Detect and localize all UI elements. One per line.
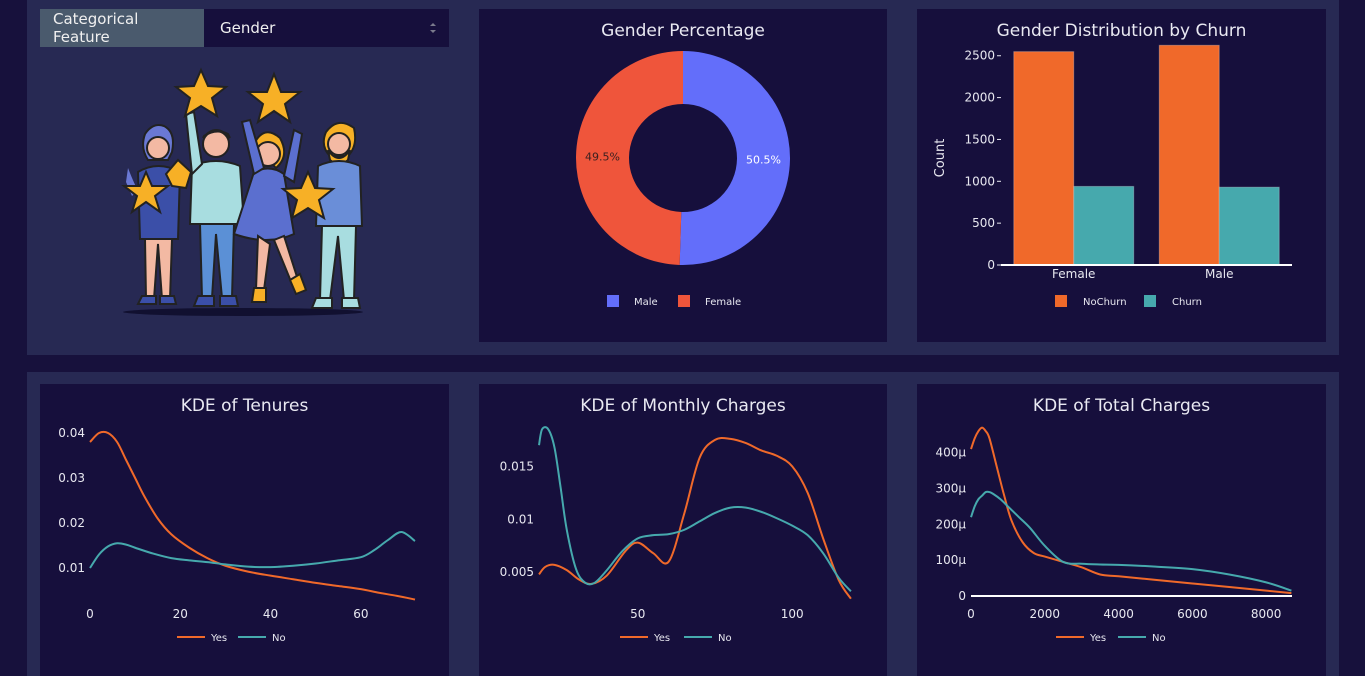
- x-tick-label: Male: [1205, 267, 1233, 281]
- people-holding-stars-illustration: [121, 67, 364, 316]
- legend-swatch-nochurn: [1055, 295, 1067, 307]
- x-tick-label: 0: [86, 607, 94, 621]
- x-tick-label: 60: [353, 607, 368, 621]
- y-axis-label: Count: [933, 139, 948, 178]
- kde-monthly-charges-panel: KDE of Monthly Charges 0.005 0.01 0.015 50 1…: [479, 384, 887, 676]
- kde-line-no: [538, 426, 852, 592]
- x-tick-label: 0: [967, 607, 975, 621]
- legend-swatch-male: [607, 295, 619, 307]
- y-tick-label: 0: [958, 589, 966, 603]
- y-tick-label: 0.01: [58, 561, 85, 575]
- y-tick-label: 300μ: [935, 482, 966, 496]
- kde-chart: 0 100μ 200μ 300μ 400μ 0 2000 4000 6000 8000 Yes No: [935, 426, 1292, 644]
- x-tick-label: 8000: [1251, 607, 1282, 621]
- categorical-feature-selector: Categorical Feature Gender: [40, 9, 449, 47]
- gender-percentage-panel: Gender Percentage 50.5% 49.5% Male Female: [479, 9, 887, 342]
- legend-label-no: No: [718, 633, 732, 644]
- x-tick-label: 50: [630, 607, 645, 621]
- y-tick-label: 1000: [964, 174, 995, 188]
- x-tick-label: 6000: [1177, 607, 1208, 621]
- bar-chart: 0 500 1000 1500 2000 2500 Count Female Male NoChu…: [933, 44, 1292, 308]
- y-tick-label: 0.03: [58, 471, 85, 485]
- kde-chart: 0.005 0.01 0.015 50 100 Yes No: [500, 426, 852, 644]
- kde-line-no: [970, 490, 1292, 592]
- gender-churn-bar-panel: Gender Distribution by Churn 0 500 1000 150…: [917, 9, 1326, 342]
- person-1: [121, 124, 193, 305]
- x-tick-label: 100: [781, 607, 804, 621]
- donut-chart: 50.5% 49.5% Male Female: [576, 51, 791, 308]
- x-tick-label: Female: [1052, 267, 1095, 281]
- kde-tenures-panel: KDE of Tenures 0.01 0.02 0.03 0.04 0 20 40 60 Ye…: [40, 384, 449, 676]
- x-tick-label: 40: [263, 607, 278, 621]
- y-tick-label: 100μ: [935, 553, 966, 567]
- y-tick-label: 0.04: [58, 426, 85, 440]
- y-tick-label: 400μ: [935, 446, 966, 460]
- y-tick-label: 2500: [964, 49, 995, 63]
- y-tick-label: 1500: [964, 132, 995, 146]
- slice-value-label: 49.5%: [585, 151, 620, 164]
- dropdown-arrows-icon: [430, 23, 436, 33]
- feature-dropdown-value: Gender: [220, 19, 276, 37]
- legend-label-yes: Yes: [1089, 633, 1106, 644]
- legend-label-no: No: [1152, 633, 1166, 644]
- bar-nochurn-male: [1158, 44, 1220, 266]
- y-tick-label: 2000: [964, 91, 995, 105]
- legend-label-yes: Yes: [210, 633, 227, 644]
- legend-label-no: No: [272, 633, 286, 644]
- x-tick-label: 2000: [1030, 607, 1061, 621]
- legend-label-nochurn: NoChurn: [1083, 297, 1127, 308]
- legend-label-male: Male: [634, 297, 658, 308]
- y-tick-label: 0.02: [58, 516, 85, 530]
- legend-label-female: Female: [705, 297, 741, 308]
- bar-nochurn-female: [1013, 51, 1075, 266]
- y-tick-label: 500: [972, 216, 995, 230]
- kde-line-yes: [970, 426, 1292, 595]
- kde-line-yes: [89, 430, 416, 601]
- legend-label-churn: Churn: [1172, 297, 1202, 308]
- x-tick-label: 4000: [1103, 607, 1134, 621]
- legend-swatch-churn: [1144, 295, 1156, 307]
- legend-swatch-female: [678, 295, 690, 307]
- bar-churn-male: [1218, 186, 1280, 266]
- slice-value-label: 50.5%: [746, 153, 781, 166]
- feature-dropdown[interactable]: Gender: [204, 9, 449, 47]
- bar-churn-female: [1073, 185, 1135, 266]
- y-tick-label: 200μ: [935, 517, 966, 531]
- y-tick-label: 0.005: [500, 565, 534, 579]
- y-tick-label: 0.015: [500, 459, 534, 473]
- x-tick-label: 20: [173, 607, 188, 621]
- selector-label: Categorical Feature: [40, 9, 204, 47]
- kde-line-yes: [538, 436, 852, 600]
- kde-line-no: [89, 531, 416, 569]
- y-tick-label: 0.01: [507, 512, 534, 526]
- kde-total-charges-panel: KDE of Total Charges 0 100μ 200μ 300μ 400μ 0 2…: [917, 384, 1326, 676]
- legend-label-yes: Yes: [653, 633, 670, 644]
- y-tick-label: 0: [987, 258, 995, 272]
- kde-chart: 0.01 0.02 0.03 0.04 0 20 40 60 Yes No: [58, 426, 416, 644]
